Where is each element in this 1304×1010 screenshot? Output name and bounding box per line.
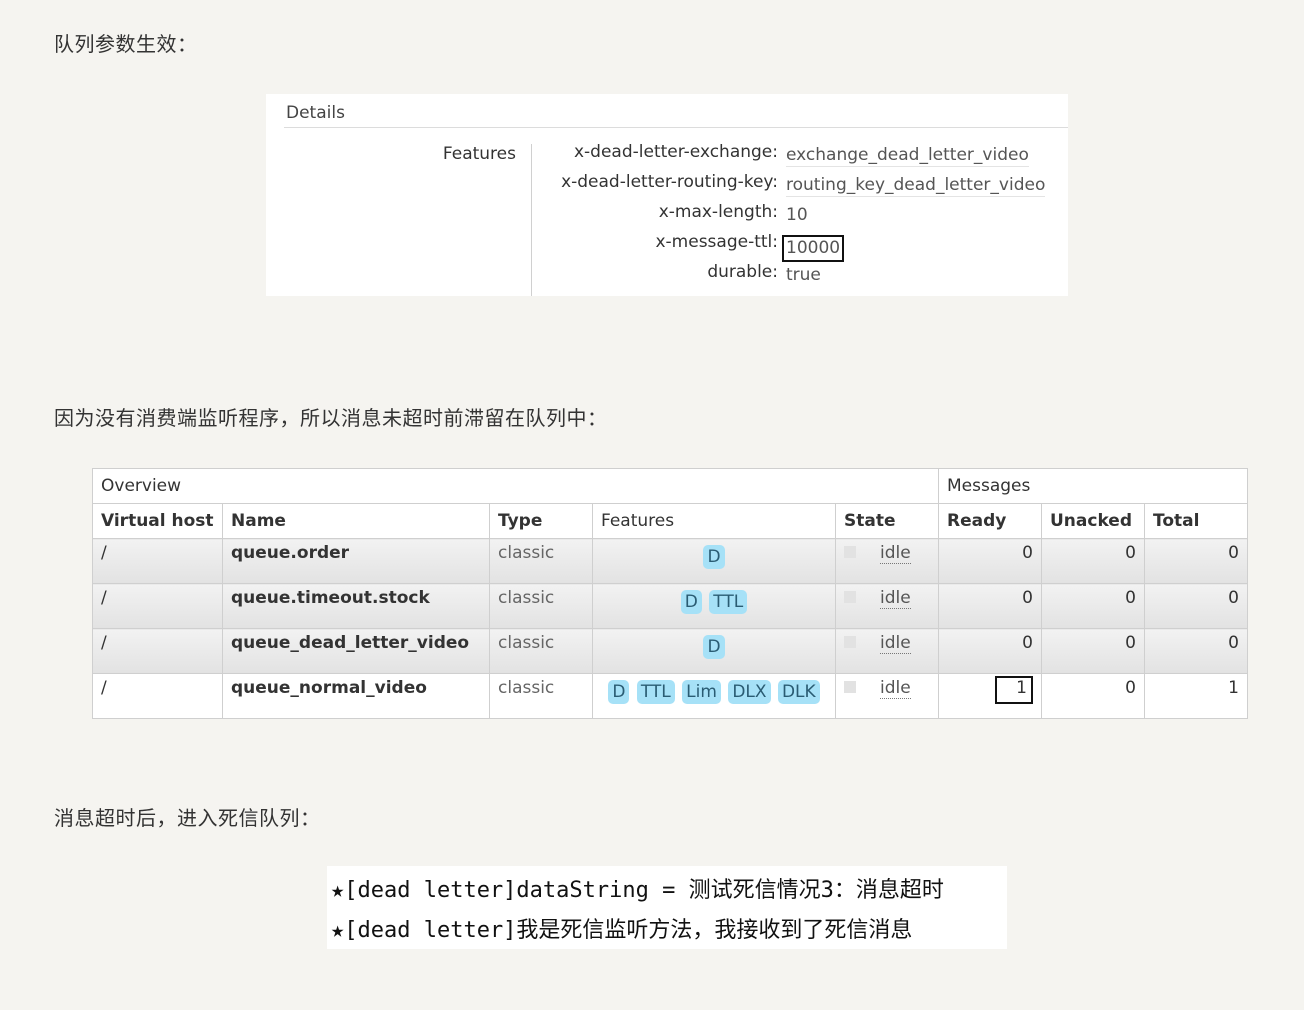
cell-ready: 1 [938,673,1042,719]
cell-features: D TTL Lim DLX DLK [592,673,836,719]
queue-name-link[interactable]: queue_dead_letter_video [222,628,490,674]
cell-total: 0 [1144,628,1248,674]
table-row: / queue_normal_video classic D TTL Lim D… [92,673,1248,719]
cell-type: classic [489,538,593,584]
cell-unacked: 0 [1041,538,1145,584]
col-total[interactable]: Total [1144,503,1248,539]
table-row: / queue_dead_letter_video classic D idle… [92,628,1248,674]
cell-state: idle [835,538,939,584]
state-indicator-icon [844,546,856,558]
feature-row-dlx-exchange: x-dead-letter-exchange: exchange_dead_le… [532,142,1068,172]
col-type[interactable]: Type [489,503,593,539]
cell-state: idle [835,583,939,629]
col-name[interactable]: Name [222,503,490,539]
feature-key: x-dead-letter-routing-key: [561,172,778,192]
feature-value: routing_key_dead_letter_video [786,175,1046,197]
cell-type: classic [489,583,593,629]
cell-vhost: / [92,628,223,674]
feature-key: durable: [707,262,778,282]
cell-ready: 0 [938,628,1042,674]
cell-type: classic [489,673,593,719]
ready-value-highlighted: 1 [995,676,1033,704]
col-virtual-host[interactable]: Virtual host [92,503,223,539]
console-output: ★[dead letter]dataString = 测试死信情况3：消息超时 … [327,866,1007,949]
feature-tag[interactable]: DLX [728,680,771,704]
cell-vhost: / [92,673,223,719]
features-label: Features [442,144,516,164]
console-line: ★[dead letter]我是死信监听方法，我接收到了死信消息 [331,918,913,943]
cell-unacked: 0 [1041,673,1145,719]
cell-features: D TTL [592,583,836,629]
queue-name-link[interactable]: queue_normal_video [222,673,490,719]
feature-tag[interactable]: D [608,680,630,704]
col-unacked[interactable]: Unacked [1041,503,1145,539]
cell-features: D [592,538,836,584]
queues-table: Overview Messages Virtual host Name Type… [92,468,1248,719]
cell-state: idle [835,628,939,674]
state-indicator-icon [844,636,856,648]
feature-value: exchange_dead_letter_video [786,145,1029,167]
feature-row-dlx-routing-key: x-dead-letter-routing-key: routing_key_d… [532,172,1068,202]
console-line: ★[dead letter]dataString = 测试死信情况3：消息超时 [331,878,944,903]
feature-tag[interactable]: TTL [709,590,748,614]
cell-features: D [592,628,836,674]
cell-unacked: 0 [1041,628,1145,674]
state-indicator-icon [844,591,856,603]
cell-ready: 0 [938,538,1042,584]
table-row: / queue.timeout.stock classic D TTL idle… [92,583,1248,629]
feature-key: x-dead-letter-exchange: [573,142,778,162]
feature-tag[interactable]: TTL [636,680,675,704]
cell-total: 1 [1144,673,1248,719]
cell-type: classic [489,628,593,674]
state-text: idle [880,633,911,654]
feature-tag[interactable]: D [703,545,725,569]
feature-key: x-message-ttl: [655,232,778,252]
feature-tag[interactable]: D [703,635,725,659]
group-messages: Messages [938,468,1248,504]
feature-tag[interactable]: D [680,590,702,614]
group-overview: Overview [92,468,939,504]
feature-key: x-max-length: [658,202,778,222]
state-indicator-icon [844,681,856,693]
feature-row-message-ttl: x-message-ttl: 10000 [532,232,1068,262]
cell-total: 0 [1144,538,1248,584]
details-divider [284,127,1068,128]
col-features: Features [592,503,836,539]
cell-unacked: 0 [1041,583,1145,629]
queue-name-link[interactable]: queue.timeout.stock [222,583,490,629]
feature-row-max-length: x-max-length: 10 [532,202,1068,232]
state-text: idle [880,543,911,564]
table-column-header: Virtual host Name Type Features State Re… [92,503,1248,539]
cell-ready: 0 [938,583,1042,629]
feature-tag[interactable]: Lim [682,680,721,704]
state-text: idle [880,588,911,609]
state-text: idle [880,678,911,699]
feature-value: 10 [786,205,808,225]
cell-state: idle [835,673,939,719]
col-ready[interactable]: Ready [938,503,1042,539]
queue-details-panel: Details Features x-dead-letter-exchange:… [266,94,1068,296]
paragraph-queue-params: 队列参数生效： [54,32,198,56]
table-group-header: Overview Messages [92,468,1248,504]
paragraph-dead-letter: 消息超时后，进入死信队列： [54,806,321,830]
feature-row-durable: durable: true [532,262,1068,292]
feature-tag[interactable]: DLK [777,680,820,704]
cell-vhost: / [92,538,223,584]
cell-vhost: / [92,583,223,629]
feature-value: true [786,265,821,285]
feature-value-highlighted: 10000 [782,235,845,262]
paragraph-messages-retained: 因为没有消费端监听程序，所以消息未超时前滞留在队列中： [54,406,608,430]
queue-name-link[interactable]: queue.order [222,538,490,584]
details-title: Details [286,103,345,123]
col-state[interactable]: State [835,503,939,539]
table-row: / queue.order classic D idle 0 0 0 [92,538,1248,584]
cell-total: 0 [1144,583,1248,629]
